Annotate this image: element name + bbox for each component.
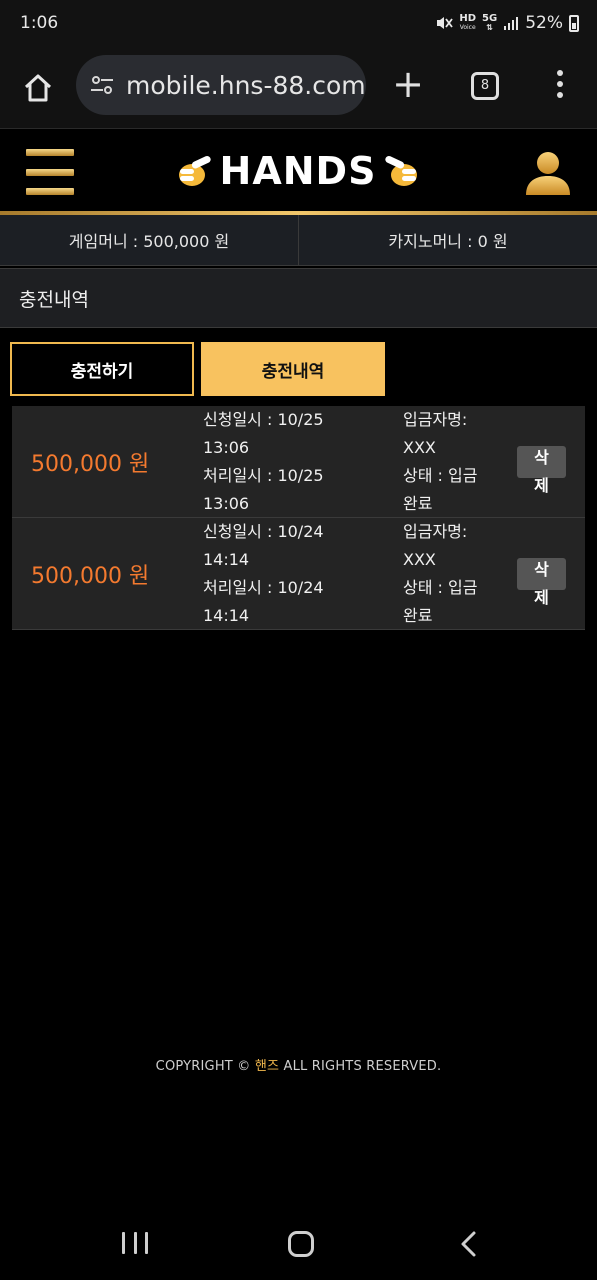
deposit-info: 입금자명: XXX 상태 : 입금 완료 <box>403 518 503 630</box>
status-time: 1:06 <box>20 13 59 33</box>
history-row: 500,000 원 신청일시 : 10/24 14:14 처리일시 : 10/2… <box>12 518 585 630</box>
site-logo[interactable]: HANDS <box>172 141 424 201</box>
system-home-button[interactable] <box>288 1231 314 1257</box>
history-row: 500,000 원 신청일시 : 10/25 13:06 처리일시 : 10/2… <box>12 406 585 518</box>
tab-switcher-button[interactable]: 8 <box>471 72 499 100</box>
battery-icon <box>569 14 579 32</box>
tab-charge[interactable]: 충전하기 <box>10 342 194 396</box>
hd-voice-icon: HD Voice <box>459 14 476 32</box>
voice-label: Voice <box>459 24 476 31</box>
status-bar: 1:06 HD Voice 5G ⇅ 52% <box>0 0 597 50</box>
charge-amount: 500,000 원 <box>31 452 150 477</box>
copyright-brand: 핸즈 <box>254 1059 280 1074</box>
charge-history-list: 500,000 원 신청일시 : 10/25 13:06 처리일시 : 10/2… <box>12 406 585 630</box>
process-time: 14:14 <box>203 606 250 625</box>
delete-button[interactable]: 삭제 <box>517 446 566 495</box>
browser-toolbar: mobile.hns-88.com + 8 <box>0 50 597 128</box>
depositor-label: 입금자명: <box>403 522 468 541</box>
deposit-info: 입금자명: XXX 상태 : 입금 완료 <box>403 406 503 518</box>
recent-apps-button[interactable] <box>122 1232 148 1254</box>
casino-money-balance: 카지노머니 : 0 원 <box>388 232 508 251</box>
request-time: 13:06 <box>203 438 250 457</box>
status-icons: HD Voice 5G ⇅ 52% <box>435 13 579 33</box>
charge-dates: 신청일시 : 10/24 14:14 처리일시 : 10/24 14:14 <box>203 518 393 630</box>
game-money-balance: 게임머니 : 500,000 원 <box>0 215 299 265</box>
status-label: 상태 : 입금 <box>403 578 478 597</box>
charge-amount: 500,000 원 <box>31 564 150 589</box>
network-label: 5G <box>482 13 498 24</box>
address-bar[interactable]: mobile.hns-88.com <box>76 55 366 115</box>
request-date: 신청일시 : 10/24 <box>203 522 324 541</box>
process-time: 13:06 <box>203 494 250 513</box>
home-icon <box>24 74 52 102</box>
hd-label: HD <box>459 13 477 24</box>
process-date: 처리일시 : 10/25 <box>203 466 324 485</box>
browser-home-button[interactable] <box>18 68 58 108</box>
copyright-footer: COPYRIGHT © 핸즈 ALL RIGHTS RESERVED. <box>0 1055 597 1074</box>
signal-icon <box>504 17 519 30</box>
user-account-icon[interactable] <box>524 149 572 197</box>
back-button[interactable] <box>458 1230 480 1258</box>
request-date: 신청일시 : 10/25 <box>203 410 324 429</box>
request-time: 14:14 <box>203 550 250 569</box>
process-date: 처리일시 : 10/24 <box>203 578 324 597</box>
status-label: 상태 : 입금 <box>403 466 478 485</box>
copyright-prefix: COPYRIGHT © <box>155 1059 255 1074</box>
browser-menu-button[interactable] <box>548 66 572 102</box>
url-text: mobile.hns-88.com <box>126 70 366 100</box>
new-tab-button[interactable]: + <box>390 65 426 103</box>
status-value: 완료 <box>403 494 433 513</box>
battery-percent: 52% <box>525 13 563 33</box>
page-title: 충전내역 <box>19 288 89 311</box>
delete-label: 삭제 <box>534 448 549 495</box>
balance-bar: 게임머니 : 500,000 원 카지노머니 : 0 원 <box>0 215 597 266</box>
status-value: 완료 <box>403 606 433 625</box>
pointing-hand-right-icon <box>385 155 418 186</box>
site-settings-icon[interactable] <box>88 71 116 99</box>
depositor-name: XXX <box>403 438 436 457</box>
delete-label: 삭제 <box>534 560 549 607</box>
logo-text: HANDS <box>219 149 377 193</box>
hamburger-menu-icon[interactable] <box>26 149 74 195</box>
page-title-bar: 충전내역 <box>0 268 597 328</box>
depositor-label: 입금자명: <box>403 410 468 429</box>
network-icon: 5G ⇅ <box>482 13 498 33</box>
pointing-hand-left-icon <box>178 155 211 186</box>
charge-dates: 신청일시 : 10/25 13:06 처리일시 : 10/25 13:06 <box>203 406 393 518</box>
site-header: HANDS <box>0 128 597 212</box>
tab-charge-history[interactable]: 충전내역 <box>201 342 385 396</box>
delete-button[interactable]: 삭제 <box>517 558 566 607</box>
system-navigation-bar <box>0 1206 597 1280</box>
depositor-name: XXX <box>403 550 436 569</box>
copyright-suffix: ALL RIGHTS RESERVED. <box>279 1059 442 1074</box>
mute-icon <box>437 17 454 29</box>
